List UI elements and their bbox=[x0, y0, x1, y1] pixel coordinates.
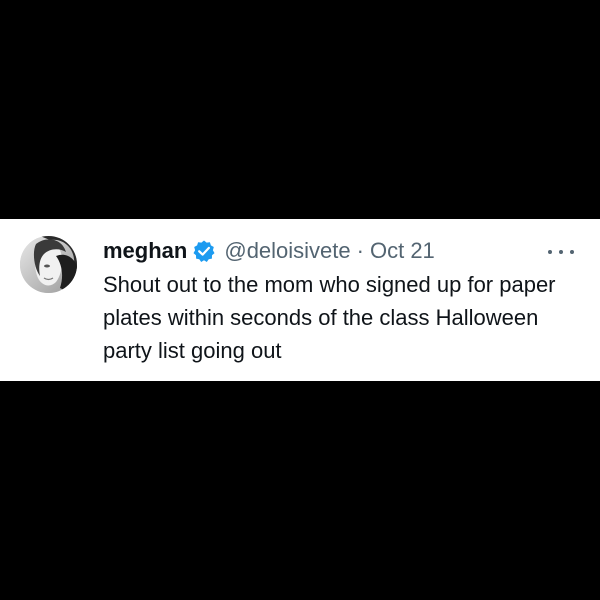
screenshot-canvas: meghan @deloisivete · Oct 21 Shout out t… bbox=[0, 0, 600, 600]
more-dot bbox=[548, 250, 552, 254]
more-horizontal-icon[interactable] bbox=[548, 247, 574, 257]
header-separator: · bbox=[356, 238, 364, 263]
more-dot bbox=[570, 250, 574, 254]
tweet-date[interactable]: Oct 21 bbox=[370, 234, 435, 268]
tweet-card[interactable]: meghan @deloisivete · Oct 21 Shout out t… bbox=[0, 219, 600, 381]
tweet-text: Shout out to the mom who signed up for p… bbox=[103, 272, 556, 363]
author-handle[interactable]: @deloisivete bbox=[224, 234, 350, 268]
author-name[interactable]: meghan bbox=[103, 234, 187, 268]
verified-badge-icon bbox=[192, 239, 216, 263]
tweet-header: meghan @deloisivete · Oct 21 bbox=[103, 234, 435, 268]
avatar[interactable] bbox=[20, 236, 77, 293]
more-dot bbox=[559, 250, 563, 254]
